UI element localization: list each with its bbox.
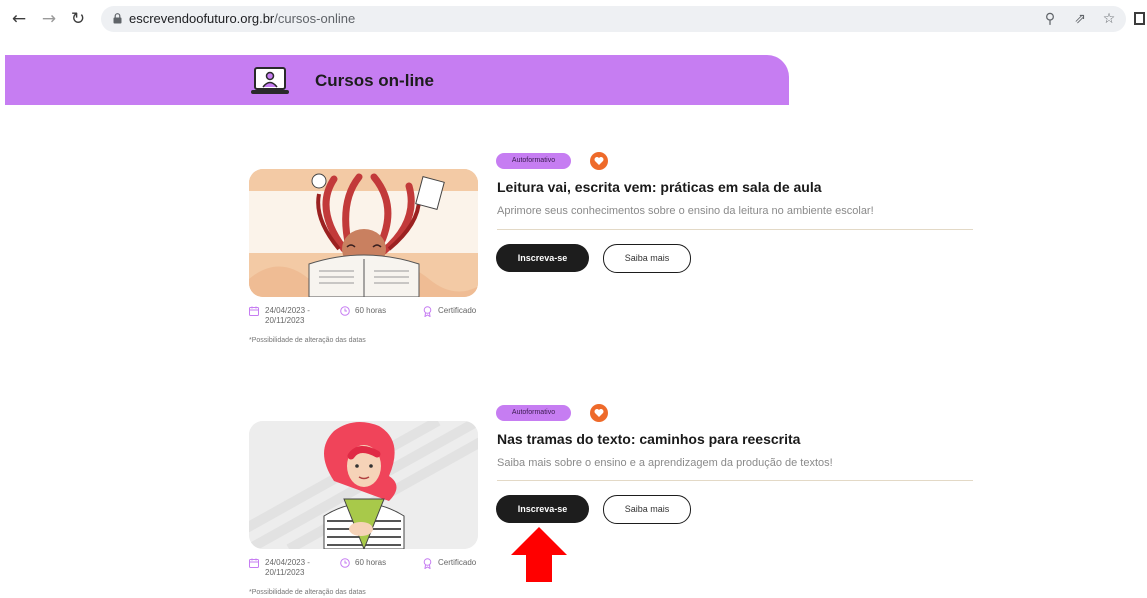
section-banner: Cursos on-line [5, 55, 789, 105]
course-certificate: Certificado [438, 558, 477, 567]
course-illustration-writing [249, 421, 478, 549]
calendar-icon [249, 558, 259, 568]
learn-more-button[interactable]: Saiba mais [603, 244, 691, 273]
enroll-button[interactable]: Inscreva-se [496, 495, 589, 523]
course-image[interactable] [249, 169, 478, 297]
course-hours: 60 horas [355, 558, 387, 567]
course-date-end: 20/11/2023 [265, 316, 305, 325]
clock-icon [340, 558, 350, 568]
course-date-start: 24/04/2023 - [265, 558, 310, 567]
favorite-icon[interactable] [590, 152, 608, 170]
star-icon[interactable]: ☆ [1100, 10, 1118, 28]
laptop-user-icon [251, 67, 289, 94]
course-image[interactable] [249, 421, 478, 549]
course-title[interactable]: Nas tramas do texto: caminhos para reesc… [497, 431, 800, 447]
certificate-icon [423, 306, 432, 317]
course-description: Saiba mais sobre o ensino e a aprendizag… [497, 457, 833, 469]
zoom-icon[interactable]: ⚲ [1041, 10, 1059, 28]
address-bar[interactable]: escrevendoofuturo.org.br/cursos-online ⚲… [101, 6, 1126, 32]
window-box-icon[interactable] [1134, 12, 1145, 25]
share-icon[interactable]: ⇗ [1071, 10, 1089, 28]
course-date-note: *Possibilidade de alteração das datas [249, 589, 366, 596]
clock-icon [340, 306, 350, 316]
course-meta: 24/04/2023 - 20/11/2023 60 horas Certifi… [249, 306, 478, 328]
calendar-icon [249, 306, 259, 316]
course-illustration-reading [249, 169, 478, 297]
course-title[interactable]: Leitura vai, escrita vem: práticas em sa… [497, 179, 822, 195]
course-meta: 24/04/2023 - 20/11/2023 60 horas Certifi… [249, 558, 478, 580]
lock-icon [113, 13, 122, 24]
course-hours: 60 horas [355, 306, 387, 315]
course-description: Aprimore seus conhecimentos sobre o ensi… [497, 205, 874, 217]
enroll-button[interactable]: Inscreva-se [496, 244, 589, 272]
course-date-start: 24/04/2023 - [265, 306, 310, 315]
favorite-icon[interactable] [590, 404, 608, 422]
red-arrow-annotation [511, 527, 567, 582]
course-badge: Autoformativo [496, 153, 571, 169]
certificate-icon [423, 558, 432, 569]
divider [497, 480, 973, 481]
back-icon[interactable]: ← [8, 8, 30, 30]
course-date-end: 20/11/2023 [265, 568, 305, 577]
browser-toolbar: ← → ↻ escrevendoofuturo.org.br/cursos-on… [0, 0, 1147, 38]
forward-icon[interactable]: → [38, 8, 60, 30]
course-badge: Autoformativo [496, 405, 571, 421]
reload-icon[interactable]: ↻ [67, 8, 89, 30]
page-title: Cursos on-line [315, 71, 435, 90]
learn-more-button[interactable]: Saiba mais [603, 495, 691, 524]
divider [497, 229, 973, 230]
course-certificate: Certificado [438, 306, 477, 315]
url-text: escrevendoofuturo.org.br/cursos-online [129, 11, 356, 26]
course-date-note: *Possibilidade de alteração das datas [249, 337, 366, 344]
